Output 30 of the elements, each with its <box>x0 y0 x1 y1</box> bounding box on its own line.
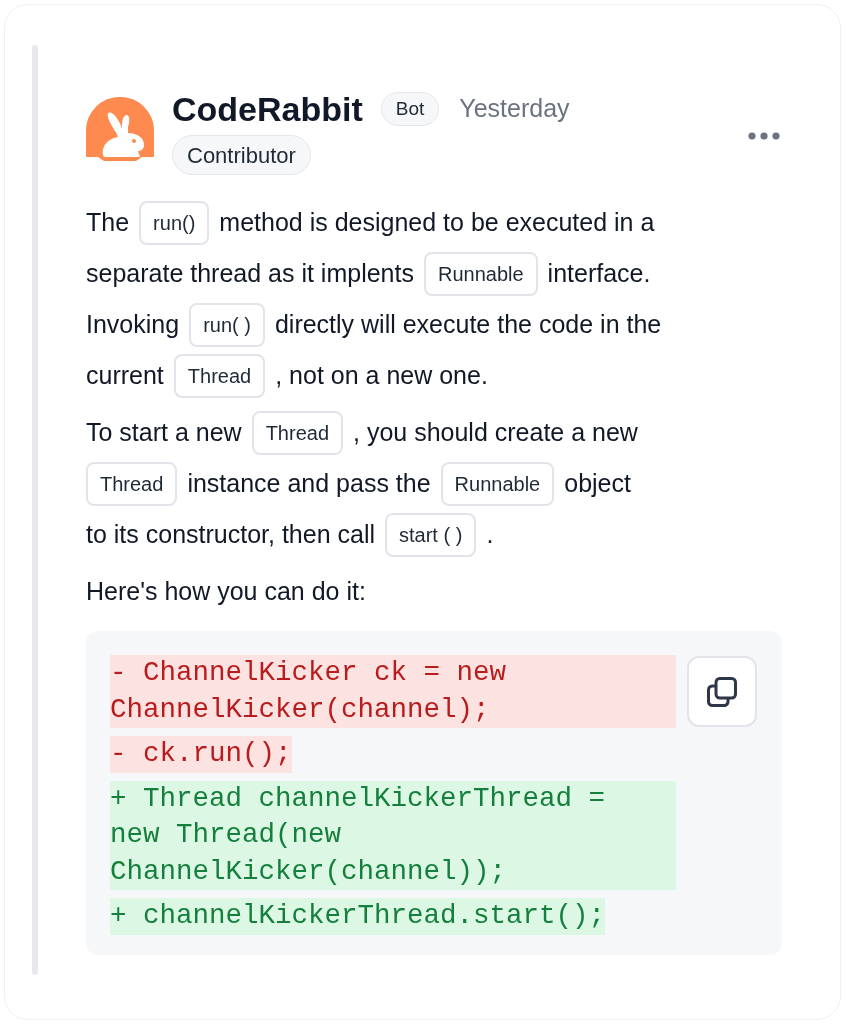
text: current <box>86 359 164 391</box>
text: Here's how you can do it: <box>86 575 366 607</box>
text: separate thread as it implents <box>86 257 414 289</box>
text: Invoking <box>86 308 180 340</box>
rabbit-avatar-icon <box>86 97 154 161</box>
more-options-icon[interactable] <box>748 132 780 140</box>
inline-code: run( ) <box>189 302 265 347</box>
text: . <box>486 518 494 550</box>
inline-code: Thread <box>86 461 178 506</box>
text: directly will execute the code in the <box>274 308 662 340</box>
text: object <box>564 467 631 499</box>
role-badge: Contributor <box>172 135 311 175</box>
text: , not on a new one. <box>275 359 488 391</box>
text: method is designed to be executed in a <box>219 206 655 238</box>
inline-code: run() <box>139 200 210 245</box>
text: To start a new <box>86 416 242 448</box>
text: interface. <box>547 257 651 289</box>
inline-code: Runnable <box>423 251 538 296</box>
copy-button[interactable] <box>687 656 757 727</box>
inline-code: Thread <box>173 353 266 398</box>
inline-code: Thread <box>251 410 343 455</box>
bot-badge: Bot <box>380 92 440 126</box>
timestamp: Yesterday <box>459 93 570 125</box>
inline-code: Runnable <box>440 461 555 506</box>
text: , you should create a new <box>353 416 638 448</box>
text: instance and pass the <box>187 467 431 499</box>
author-name: CodeRabbit <box>172 89 363 129</box>
text: to its constructor, then call <box>86 518 376 550</box>
inline-code: start ( ) <box>385 512 477 557</box>
text: The <box>86 206 130 238</box>
